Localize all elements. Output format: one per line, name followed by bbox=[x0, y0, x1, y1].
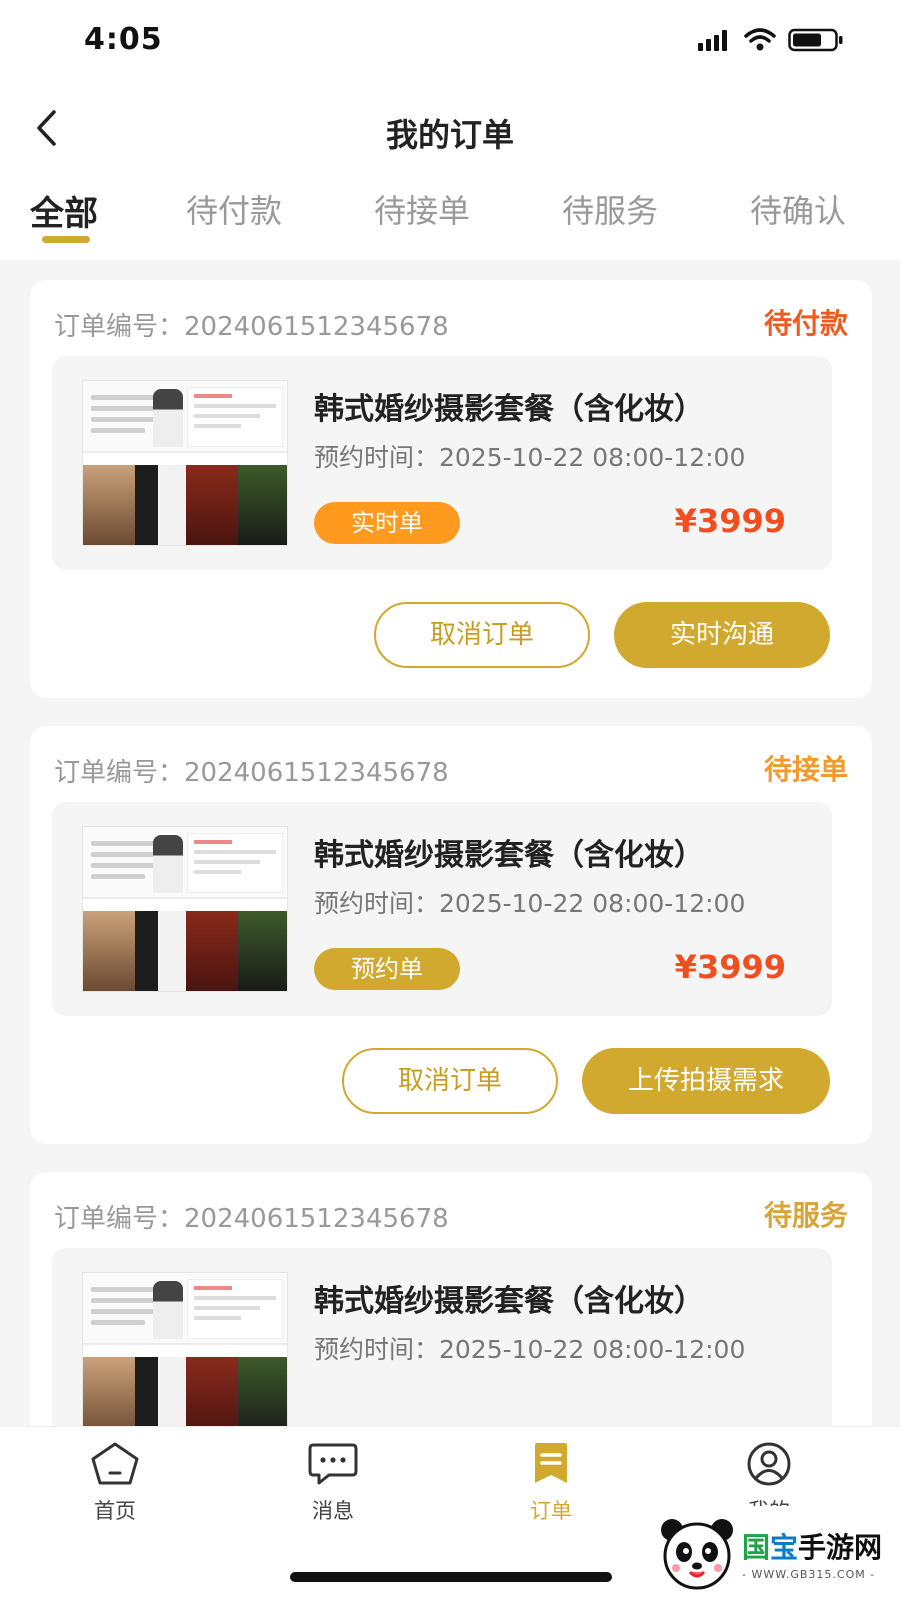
tabbar-label: 消息 bbox=[312, 1499, 354, 1523]
profile-icon bbox=[747, 1442, 791, 1486]
status-bar: 4:05 bbox=[0, 0, 900, 80]
product-title: 韩式婚纱摄影套餐（含化妆） bbox=[314, 392, 704, 427]
page-title: 我的订单 bbox=[385, 116, 514, 154]
tab-pending-accept[interactable]: 待接单 bbox=[374, 186, 470, 232]
order-type-badge: 实时单 bbox=[314, 502, 460, 544]
order-number: 订单编号：2024061512345678 bbox=[54, 1204, 449, 1234]
tabbar-home[interactable]: 首页 bbox=[60, 1441, 170, 1525]
tabbar-messages[interactable]: 消息 bbox=[278, 1441, 388, 1525]
order-status: 待接单 bbox=[763, 753, 848, 786]
tab-pending-service[interactable]: 待服务 bbox=[562, 186, 658, 232]
message-icon bbox=[308, 1443, 358, 1485]
status-time: 4:05 bbox=[84, 22, 163, 57]
appointment-time: 预约时间：2025-10-22 08:00-12:00 bbox=[314, 1335, 746, 1364]
tabbar-label: 首页 bbox=[94, 1499, 136, 1523]
tab-all[interactable]: 全部 bbox=[30, 186, 98, 235]
appointment-time: 预约时间：2025-10-22 08:00-12:00 bbox=[314, 889, 746, 918]
cancel-order-button[interactable]: 取消订单 bbox=[342, 1048, 558, 1114]
appointment-time: 预约时间：2025-10-22 08:00-12:00 bbox=[314, 443, 746, 472]
panda-logo-icon bbox=[658, 1514, 736, 1592]
wifi-icon bbox=[744, 28, 776, 51]
tab-pending-confirm[interactable]: 待确认 bbox=[750, 186, 846, 232]
tabbar-label: 订单 bbox=[530, 1499, 572, 1523]
upload-requirements-button[interactable]: 上传拍摄需求 bbox=[582, 1048, 830, 1114]
product-info[interactable]: 韩式婚纱摄影套餐（含化妆） 预约时间：2025-10-22 08:00-12:0… bbox=[52, 356, 832, 570]
product-info[interactable]: 韩式婚纱摄影套餐（含化妆） 预约时间：2025-10-22 08:00-12:0… bbox=[52, 802, 832, 1016]
tab-active-indicator bbox=[42, 236, 90, 243]
order-card[interactable]: 订单编号：2024061512345678 待接单 韩式婚纱摄影套餐（含化妆） … bbox=[30, 726, 872, 1144]
live-chat-button[interactable]: 实时沟通 bbox=[614, 602, 830, 668]
product-title: 韩式婚纱摄影套餐（含化妆） bbox=[314, 838, 704, 873]
order-price: ¥3999 bbox=[674, 502, 786, 540]
nav-bar: 我的订单 bbox=[0, 80, 900, 180]
order-number: 订单编号：2024061512345678 bbox=[54, 758, 449, 788]
order-number: 订单编号：2024061512345678 bbox=[54, 312, 449, 342]
battery-icon bbox=[788, 28, 843, 52]
order-status: 待服务 bbox=[763, 1199, 848, 1232]
home-indicator bbox=[290, 1572, 612, 1582]
product-thumbnail bbox=[82, 826, 288, 992]
order-card[interactable]: 订单编号：2024061512345678 待付款 韩式婚纱摄影套餐（含化妆） … bbox=[30, 280, 872, 698]
tab-pending-payment[interactable]: 待付款 bbox=[186, 186, 282, 232]
product-thumbnail bbox=[82, 1272, 288, 1438]
order-price: ¥3999 bbox=[674, 948, 786, 986]
order-icon bbox=[535, 1443, 567, 1483]
home-icon bbox=[91, 1442, 139, 1485]
signal-icon bbox=[698, 30, 727, 51]
order-type-badge: 预约单 bbox=[314, 948, 460, 990]
status-icons bbox=[698, 28, 844, 52]
cancel-order-button[interactable]: 取消订单 bbox=[374, 602, 590, 668]
order-tabs: 全部 待付款 待接单 待服务 待确认 bbox=[0, 180, 900, 260]
order-status: 待付款 bbox=[763, 307, 848, 340]
product-thumbnail bbox=[82, 380, 288, 546]
product-title: 韩式婚纱摄影套餐（含化妆） bbox=[314, 1284, 704, 1319]
tabbar-orders[interactable]: 订单 bbox=[496, 1441, 606, 1525]
watermark-logo: 国宝手游网 - WWW.GB315.COM - bbox=[648, 1506, 900, 1600]
